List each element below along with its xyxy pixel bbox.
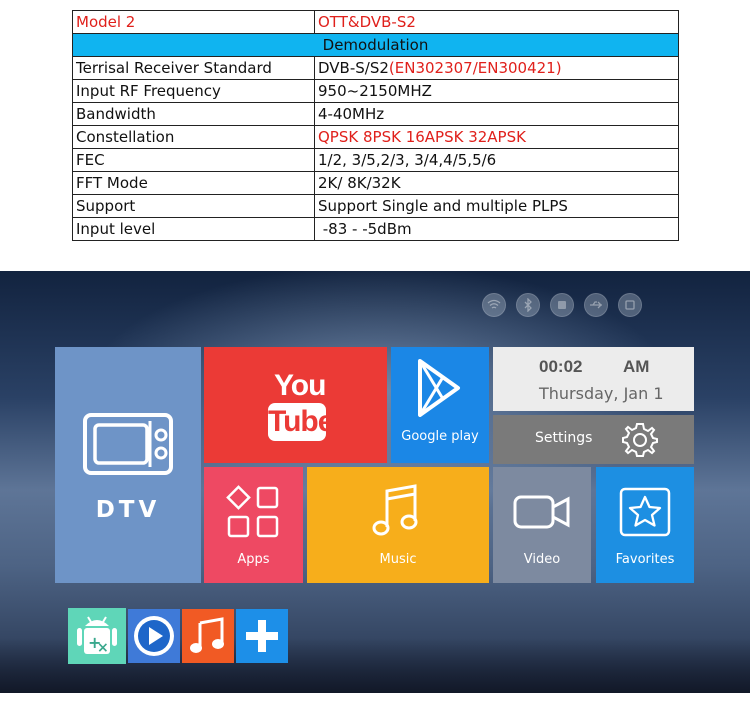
favorites-label: Favorites [615,552,675,567]
favorites-tile[interactable]: Favorites [596,467,694,583]
youtube-logo-you: You [274,369,326,402]
row-value: QPSK 8PSK 16APSK 32APSK [314,125,679,149]
settings-tile[interactable]: Settings [493,415,694,464]
video-tile[interactable]: Video [493,467,591,583]
apps-grid-icon [226,485,279,538]
spec-table: Model 2 OTT&DVB-S2 Demodulation Terrisal… [72,10,679,241]
row-value-text: 4-40MHz [318,104,385,123]
app-dock: + × [68,608,288,665]
clock-ampm: AM [623,357,650,376]
table-row: Support Support Single and multiple PLPS [72,194,679,218]
row-value-text: Support Single and multiple PLPS [318,196,568,215]
video-player-app[interactable] [128,609,180,663]
video-camera-icon [513,495,570,529]
bluetooth-icon [516,293,540,317]
model-label: Model 2 [72,10,315,34]
row-key: Bandwidth [72,102,315,126]
table-row: FEC 1/2, 3/5,2/3, 3/4,4/5,5/6 [72,148,679,172]
row-value: -83 - -5dBm [314,217,679,241]
row-value: Support Single and multiple PLPS [314,194,679,218]
youtube-tile[interactable]: You Tube [204,347,387,463]
settings-label: Settings [535,430,593,446]
row-value-text: DVB-S/S2 [318,58,389,77]
tv-icon [83,413,173,475]
svg-text:×: × [97,640,109,656]
row-key: Terrisal Receiver Standard [72,56,315,80]
row-key: FEC [72,148,315,172]
music-app-icon [190,617,224,653]
table-row: Constellation QPSK 8PSK 16APSK 32APSK [72,125,679,149]
row-value-text: 950~2150MHZ [318,81,432,100]
music-note-icon [372,484,418,536]
clock-time: 00:02 [539,357,583,376]
row-value: 1/2, 3/5,2/3, 3/4,4/5,5/6 [314,148,679,172]
gear-icon [622,423,658,457]
google-play-label: Google play [401,429,479,444]
section-title: Demodulation [72,33,679,57]
row-value-red-text: (EN302307/EN300421) [388,58,562,77]
model-value: OTT&DVB-S2 [314,10,679,34]
android-calculator-icon: + × [77,616,117,656]
row-value-red-text: QPSK 8PSK 16APSK 32APSK [318,127,526,146]
apps-label: Apps [237,552,270,567]
apps-tile[interactable]: Apps [204,467,303,583]
table-row: Bandwidth 4-40MHz [72,102,679,126]
clock-widget: 00:02 AM Thursday, Jan 1 [493,347,694,411]
dtv-label: DTV [95,497,161,523]
row-value: 950~2150MHZ [314,79,679,103]
table-row: FFT Mode 2K/ 8K/32K [72,171,679,195]
table-row: Terrisal Receiver Standard DVB-S/S2(EN30… [72,56,679,80]
row-value-text: 2K/ 8K/32K [318,173,401,192]
android-calculator-app[interactable]: + × [68,608,126,664]
music-tile[interactable]: Music [307,467,489,583]
video-label: Video [523,552,561,567]
table-row: Input level -83 - -5dBm [72,217,679,241]
add-app-icon [246,620,278,652]
row-value-text: 1/2, 3/5,2/3, 3/4,4/5,5/6 [318,150,497,169]
row-key: Support [72,194,315,218]
row-value: DVB-S/S2(EN302307/EN300421) [314,56,679,80]
youtube-logo-tube: Tube [268,403,334,441]
row-key: Input level [72,217,315,241]
row-value: 2K/ 8K/32K [314,171,679,195]
dtv-tile[interactable]: DTV [55,347,201,583]
play-store-icon [418,359,460,417]
status-bar [482,293,642,317]
table-row: Input RF Frequency 950~2150MHZ [72,79,679,103]
wifi-icon [482,293,506,317]
star-icon [619,487,671,537]
row-key: Constellation [72,125,315,149]
section-header-row: Demodulation [72,33,679,57]
table-row: Model 2 OTT&DVB-S2 [72,10,679,34]
row-key: FFT Mode [72,171,315,195]
row-value: 4-40MHz [314,102,679,126]
row-value-text: -83 - -5dBm [318,219,412,238]
add-app-button[interactable] [236,609,288,663]
music-app[interactable] [182,609,234,663]
network-icon [618,293,642,317]
row-key: Input RF Frequency [72,79,315,103]
google-play-tile[interactable]: Google play [391,347,489,463]
storage-icon [550,293,574,317]
launcher-screen: DTV You Tube Google play 00:02 AM Thursd… [0,271,750,693]
music-label: Music [379,552,417,567]
usb-icon [584,293,608,317]
video-player-icon [134,616,174,656]
clock-date: Thursday, Jan 1 [539,384,664,403]
